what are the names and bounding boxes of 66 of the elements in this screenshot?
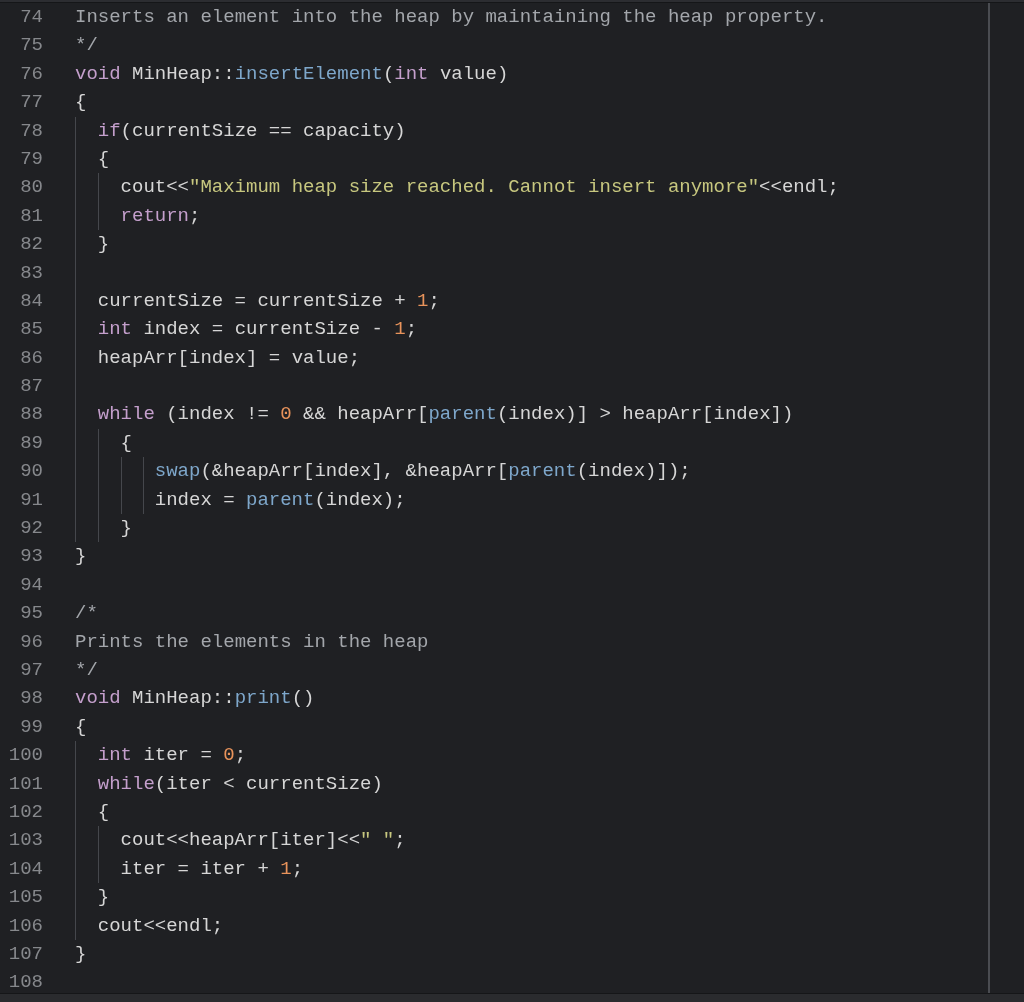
code-line: Inserts an element into the heap by maintaining the heap property. (75, 5, 828, 30)
code-line: cout<<heapArr[iter]<<" "; (120, 828, 406, 854)
line-number: 106 (7, 913, 44, 939)
code-line: } (120, 516, 132, 542)
line-number: 95 (19, 601, 44, 627)
line-number: 85 (19, 317, 44, 343)
code-line: while(iter < currentSize) (97, 771, 383, 797)
line-number: 89 (19, 430, 44, 456)
code-line: { (97, 146, 110, 172)
line-number: 104 (7, 856, 44, 882)
line-number: 97 (19, 658, 44, 683)
line-number: 86 (19, 345, 44, 371)
line-number: 88 (19, 402, 44, 428)
line-number: 79 (19, 146, 44, 172)
line-number: 80 (19, 175, 44, 201)
line-number: 81 (19, 203, 44, 229)
code-line: currentSize = currentSize + 1; (97, 288, 440, 314)
line-number: 78 (19, 118, 44, 144)
code-line: heapArr[index] = value; (97, 345, 361, 371)
line-number: 107 (7, 941, 44, 967)
code-line: } (97, 232, 110, 258)
code-line: void MinHeap::print() (75, 686, 315, 712)
line-number: 83 (19, 260, 44, 286)
code-line: Prints the elements in the heap (75, 629, 429, 655)
code-line: } (97, 885, 110, 911)
code-line: */ (75, 658, 98, 683)
line-number: 76 (19, 61, 44, 87)
code-line: cout<<endl; (97, 913, 224, 939)
code-line: int index = currentSize - 1; (97, 317, 418, 343)
code-line: /* (75, 601, 98, 627)
code-line: } (75, 544, 87, 570)
code-line: } (75, 941, 87, 967)
line-number: 105 (7, 885, 44, 911)
code-line: int iter = 0; (97, 743, 247, 769)
code-line: { (97, 799, 110, 825)
line-number: 93 (19, 544, 44, 570)
line-number: 100 (7, 743, 44, 769)
line-number: 98 (19, 686, 44, 712)
line-number: 92 (19, 516, 44, 542)
code-line: { (75, 90, 87, 116)
code-line: */ (75, 33, 98, 59)
line-number: 101 (7, 771, 44, 797)
line-number: 77 (19, 90, 44, 116)
line-number: 99 (19, 714, 44, 740)
line-number: 75 (19, 33, 44, 59)
code-line: while (index != 0 && heapArr[parent(index)] > heapArr[index]) (97, 402, 794, 428)
line-number: 91 (19, 487, 44, 513)
line-number: 90 (19, 459, 44, 485)
line-number: 103 (7, 828, 44, 854)
line-number: 96 (19, 629, 44, 655)
code-line: index = parent(index); (154, 487, 406, 513)
line-number: 74 (19, 5, 44, 30)
code-line: cout<<"Maximum heap size reached. Cannot insert anymore"<<endl; (120, 175, 839, 201)
code-line: if(currentSize == capacity) (97, 118, 406, 144)
line-number: 84 (19, 288, 44, 314)
line-number: 94 (19, 572, 44, 598)
code-line: swap(&heapArr[index], &heapArr[parent(index)]); (154, 459, 691, 485)
line-number: 87 (19, 374, 44, 400)
line-number: 102 (7, 799, 44, 825)
code-line: { (75, 714, 87, 740)
code-line: void MinHeap::insertElement(int value) (75, 61, 509, 87)
line-number: 82 (19, 232, 44, 258)
code-line: { (120, 430, 132, 456)
code-line: iter = iter + 1; (120, 856, 304, 882)
line-number: 108 (7, 970, 44, 993)
code-line: return; (120, 203, 201, 229)
